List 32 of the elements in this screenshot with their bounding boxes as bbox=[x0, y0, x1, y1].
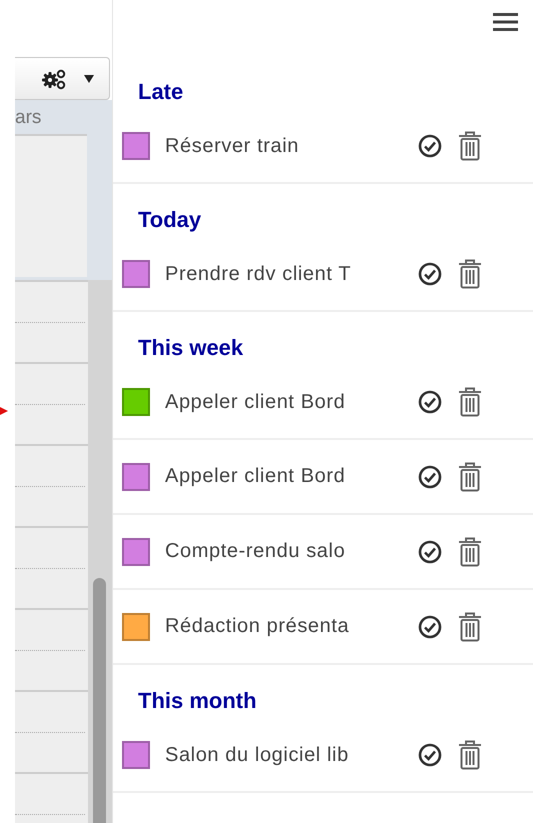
trash-icon[interactable] bbox=[458, 612, 482, 642]
section-heading: Late bbox=[137, 78, 184, 104]
check-circle-icon[interactable] bbox=[418, 390, 442, 414]
trash-icon[interactable] bbox=[458, 462, 482, 492]
section-heading: Today bbox=[137, 206, 202, 232]
column-header: ars bbox=[15, 106, 42, 130]
task-name[interactable]: Appeler client Bord bbox=[165, 465, 387, 488]
settings-icon bbox=[41, 68, 67, 90]
check-circle-icon[interactable] bbox=[418, 614, 442, 638]
trash-icon[interactable] bbox=[458, 387, 482, 417]
trash-icon[interactable] bbox=[458, 259, 482, 289]
task-name[interactable]: Salon du logiciel lib bbox=[165, 744, 387, 766]
task-name[interactable]: Compte-rendu salo bbox=[165, 540, 387, 563]
trash-icon[interactable] bbox=[458, 740, 482, 770]
section-heading: This week bbox=[137, 334, 244, 360]
trash-icon[interactable] bbox=[458, 131, 482, 161]
trash-icon[interactable] bbox=[458, 536, 482, 566]
check-circle-icon[interactable] bbox=[418, 464, 442, 488]
task-name[interactable]: Rédaction présenta bbox=[165, 615, 387, 638]
scrollbar-thumb[interactable] bbox=[93, 578, 106, 823]
task-name[interactable]: Prendre rdv client T bbox=[165, 262, 387, 286]
settings-dropdown-button[interactable] bbox=[15, 57, 110, 100]
section-heading: This month bbox=[137, 687, 258, 713]
task-name[interactable]: Appeler client Bord bbox=[165, 390, 387, 414]
menu-icon[interactable] bbox=[493, 12, 518, 32]
check-circle-icon[interactable] bbox=[418, 743, 442, 767]
task-name[interactable]: Réserver train bbox=[165, 134, 387, 158]
caret-icon bbox=[83, 74, 95, 84]
check-circle-icon[interactable] bbox=[418, 540, 442, 564]
arrow-head-icon bbox=[0, 406, 8, 416]
check-circle-icon[interactable] bbox=[418, 134, 442, 158]
check-circle-icon[interactable] bbox=[418, 262, 442, 286]
